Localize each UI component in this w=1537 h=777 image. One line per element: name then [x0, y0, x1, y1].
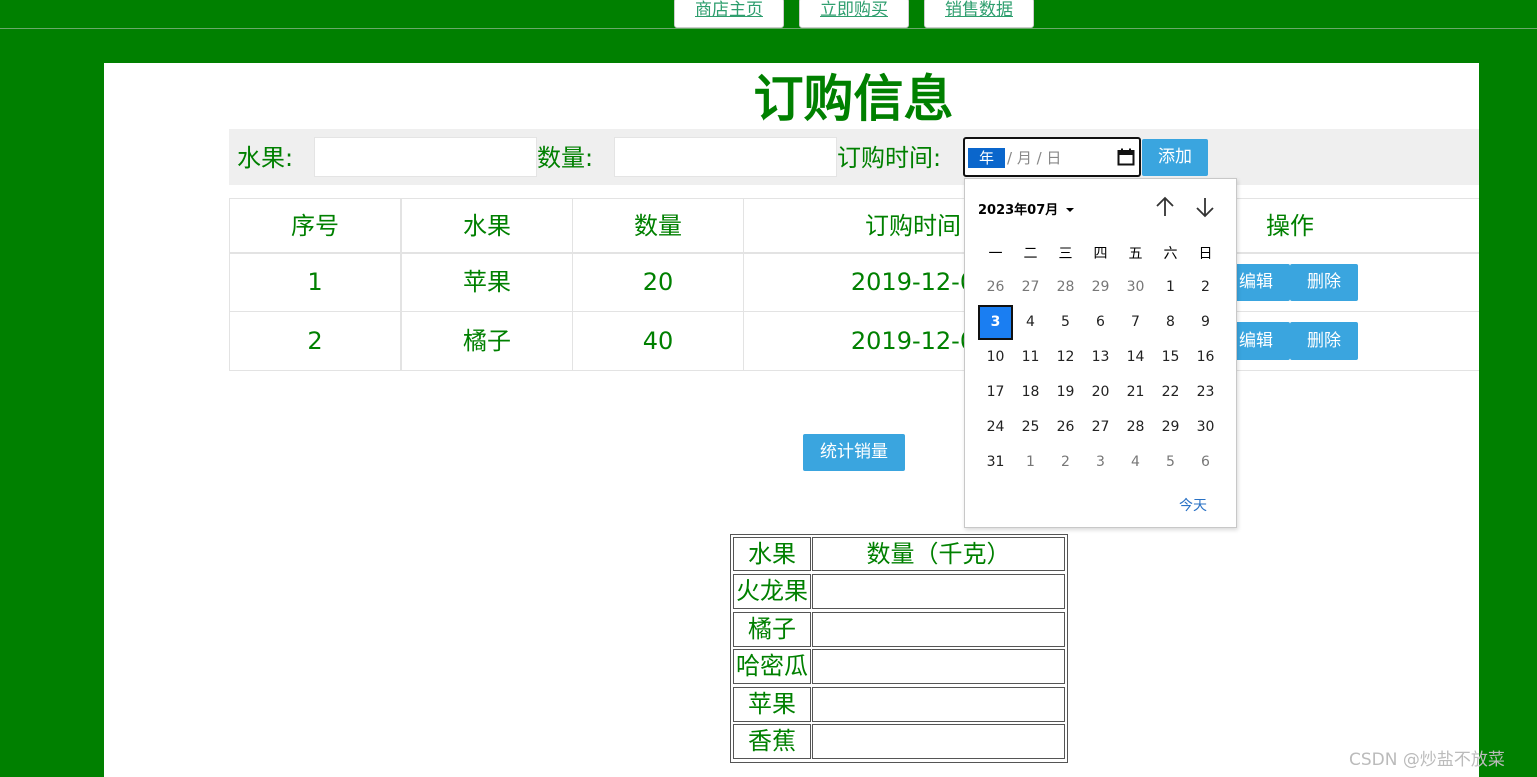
- arrow-down-icon[interactable]: [1193, 195, 1217, 219]
- weekday-header: 一: [988, 246, 1003, 262]
- calendar-day[interactable]: 26: [978, 270, 1013, 305]
- caret-down-icon: [1065, 208, 1074, 212]
- calendar-day[interactable]: 6: [1083, 305, 1118, 340]
- calendar-day[interactable]: 4: [1013, 305, 1048, 340]
- calendar-day[interactable]: 29: [1153, 410, 1188, 445]
- date-month-day-segment[interactable]: / 月 / 日: [1007, 148, 1061, 168]
- stats-header-quantity: 数量（千克）: [812, 537, 1065, 571]
- nav-shop-home-link[interactable]: 商店主页: [674, 0, 784, 28]
- fruit-input[interactable]: [314, 137, 537, 177]
- calendar-day[interactable]: 20: [1083, 375, 1118, 410]
- stats-row-quantity: [812, 612, 1065, 647]
- calendar-day[interactable]: 28: [1048, 270, 1083, 305]
- arrow-up-icon[interactable]: [1153, 195, 1177, 219]
- fruit-label: 水果:: [237, 144, 294, 172]
- row2-quantity: 40: [642, 327, 674, 355]
- weekday-header: 五: [1128, 246, 1143, 262]
- top-nav-bar: 商店主页 立即购买 销售数据: [0, 0, 1537, 29]
- row2-delete-button[interactable]: 删除: [1290, 322, 1358, 360]
- calendar-day[interactable]: 17: [978, 375, 1013, 410]
- stats-row-quantity: [812, 574, 1065, 609]
- page-title: 订购信息: [753, 70, 954, 128]
- date-year-segment[interactable]: 年: [968, 148, 1005, 168]
- calendar-day[interactable]: 21: [1118, 375, 1153, 410]
- calendar-day[interactable]: 14: [1118, 340, 1153, 375]
- calendar-day[interactable]: 5: [1153, 445, 1188, 480]
- today-button[interactable]: 今天: [1179, 495, 1207, 515]
- add-button[interactable]: 添加: [1142, 139, 1208, 176]
- calendar-day[interactable]: 30: [1188, 410, 1223, 445]
- weekday-header: 二: [1023, 246, 1038, 262]
- calendar-day[interactable]: 13: [1083, 340, 1118, 375]
- nav-buy-now-link[interactable]: 立即购买: [799, 0, 909, 28]
- calendar-day[interactable]: 31: [978, 445, 1013, 480]
- weekday-header: 日: [1198, 246, 1213, 262]
- calendar-day[interactable]: 4: [1118, 445, 1153, 480]
- calendar-day[interactable]: 10: [978, 340, 1013, 375]
- header-index: 序号: [291, 212, 339, 240]
- calendar-day[interactable]: 27: [1013, 270, 1048, 305]
- weekday-header: 四: [1093, 246, 1108, 262]
- stats-row-quantity: [812, 724, 1065, 759]
- row1-index: 1: [307, 268, 323, 296]
- calendar-day[interactable]: 1: [1153, 270, 1188, 305]
- date-picker-popup: 2023年07月 一二三四五六日 26 27 28 29 30 1 2 3 4 5 6 7 8 9 10 11…: [964, 178, 1237, 528]
- weekday-header: 三: [1058, 246, 1073, 262]
- calendar-day[interactable]: 19: [1048, 375, 1083, 410]
- calendar-day[interactable]: 7: [1118, 305, 1153, 340]
- calendar-day[interactable]: 5: [1048, 305, 1083, 340]
- header-quantity: 数量: [634, 212, 682, 240]
- calendar-day[interactable]: 24: [978, 410, 1013, 445]
- calendar-day[interactable]: 30: [1118, 270, 1153, 305]
- calendar-day[interactable]: 12: [1048, 340, 1083, 375]
- header-fruit: 水果: [463, 212, 511, 240]
- weekday-header: 六: [1163, 246, 1178, 262]
- stats-row-fruit: 橘子: [733, 612, 811, 647]
- calendar-day[interactable]: 28: [1118, 410, 1153, 445]
- row1-fruit: 苹果: [463, 268, 511, 296]
- stats-row-fruit: 苹果: [733, 687, 811, 722]
- calendar-day[interactable]: 15: [1153, 340, 1188, 375]
- quantity-input[interactable]: [614, 137, 837, 177]
- calendar-day[interactable]: 9: [1188, 305, 1223, 340]
- calendar-day[interactable]: 23: [1188, 375, 1223, 410]
- calendar-day[interactable]: 16: [1188, 340, 1223, 375]
- calendar-day[interactable]: 2: [1188, 270, 1223, 305]
- stats-row-fruit: 香蕉: [733, 724, 811, 759]
- nav-sales-data-link[interactable]: 销售数据: [924, 0, 1034, 28]
- row2-index: 2: [307, 327, 323, 355]
- calendar-day[interactable]: 2: [1048, 445, 1083, 480]
- month-year-select[interactable]: 2023年07月: [978, 199, 1075, 218]
- calendar-day[interactable]: 3: [1083, 445, 1118, 480]
- stats-row-fruit: 火龙果: [733, 574, 811, 609]
- calendar-day[interactable]: 22: [1153, 375, 1188, 410]
- order-time-label: 订购时间:: [837, 144, 942, 172]
- order-date-input[interactable]: 年 / 月 / 日: [963, 137, 1141, 177]
- calendar-day[interactable]: 27: [1083, 410, 1118, 445]
- stats-table: 水果 数量（千克） 火龙果 橘子 哈密瓜 苹果 香蕉: [730, 534, 1068, 763]
- stats-row-quantity: [812, 687, 1065, 722]
- calendar-day[interactable]: 6: [1188, 445, 1223, 480]
- stats-button[interactable]: 统计销量: [803, 434, 905, 471]
- stats-row-fruit: 哈密瓜: [733, 649, 811, 684]
- stats-row-quantity: [812, 649, 1065, 684]
- row2-fruit: 橘子: [463, 327, 511, 355]
- month-year-label: 2023年07月: [978, 203, 1059, 218]
- calendar-day[interactable]: 29: [1083, 270, 1118, 305]
- row1-delete-button[interactable]: 删除: [1290, 264, 1358, 301]
- calendar-day[interactable]: 18: [1013, 375, 1048, 410]
- calendar-day[interactable]: 25: [1013, 410, 1048, 445]
- calendar-day[interactable]: 1: [1013, 445, 1048, 480]
- calendar-day[interactable]: 26: [1048, 410, 1083, 445]
- calendar-day[interactable]: 11: [1013, 340, 1048, 375]
- calendar-day[interactable]: 8: [1153, 305, 1188, 340]
- stats-header-fruit: 水果: [733, 537, 811, 571]
- quantity-label: 数量:: [537, 144, 594, 172]
- row1-quantity: 20: [642, 268, 674, 296]
- watermark: CSDN @炒盐不放菜: [1349, 750, 1505, 770]
- calendar-day[interactable]: 3: [978, 305, 1013, 340]
- calendar-icon[interactable]: [1117, 148, 1135, 166]
